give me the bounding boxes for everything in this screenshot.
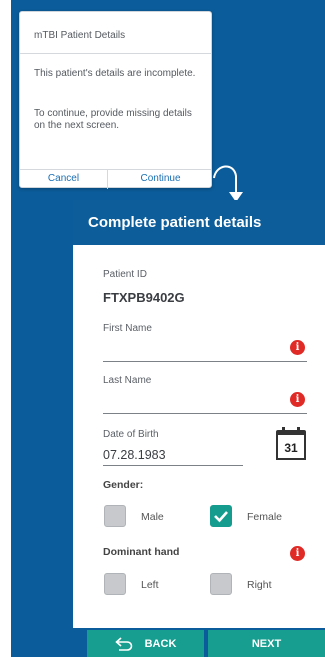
hand-right-checkbox[interactable] <box>210 573 232 595</box>
patient-id-value: FTXPB9402G <box>103 290 185 305</box>
divider <box>20 53 211 54</box>
calendar-icon[interactable]: 31 <box>276 427 306 460</box>
dialog-message-incomplete: This patient's details are incomplete. <box>34 68 196 79</box>
last-name-underline <box>103 413 307 414</box>
gender-female-label: Female <box>247 511 283 523</box>
info-icon[interactable]: i <box>290 546 305 561</box>
continue-button[interactable]: Continue <box>108 169 213 189</box>
first-name-label: First Name <box>103 323 152 334</box>
patient-form: Patient ID FTXPB9402G First Name i Last … <box>73 245 325 628</box>
cancel-button[interactable]: Cancel <box>20 169 107 189</box>
back-button-label: BACK <box>144 637 177 650</box>
back-arrow-icon <box>114 636 132 651</box>
dominant-hand-label: Dominant hand <box>103 546 180 558</box>
first-name-underline <box>103 361 307 362</box>
next-button[interactable]: NEXT <box>208 630 325 657</box>
curved-arrow-icon <box>213 165 243 202</box>
last-name-field[interactable] <box>103 395 273 411</box>
back-button[interactable]: BACK <box>87 630 204 657</box>
calendar-ring <box>282 427 285 433</box>
checkmark-icon <box>214 511 228 523</box>
dialog-title: mTBI Patient Details <box>34 30 126 41</box>
dob-underline <box>103 465 243 466</box>
gender-male-checkbox[interactable] <box>104 505 126 527</box>
hand-left-checkbox[interactable] <box>104 573 126 595</box>
gender-male-label: Male <box>141 511 164 523</box>
calendar-day: 31 <box>284 441 298 455</box>
gender-female-checkbox[interactable] <box>210 505 232 527</box>
last-name-label: Last Name <box>103 375 152 386</box>
dialog-message-instruction: To continue, provide missing details on … <box>34 108 192 131</box>
info-icon[interactable]: i <box>290 392 305 407</box>
patient-id-label: Patient ID <box>103 269 147 280</box>
info-icon[interactable]: i <box>290 340 305 355</box>
gender-label: Gender: <box>103 479 144 491</box>
next-button-label: NEXT <box>251 637 282 650</box>
first-name-field[interactable] <box>103 343 273 359</box>
dob-label: Date of Birth <box>103 429 159 440</box>
dob-field[interactable]: 07.28.1983 <box>103 448 166 462</box>
page-title: Complete patient details <box>88 214 262 231</box>
patient-details-dialog: mTBI Patient Details This patient's deta… <box>19 11 213 189</box>
panel-header: Complete patient details <box>73 200 325 245</box>
hand-left-label: Left <box>141 579 159 591</box>
calendar-ring <box>297 427 300 433</box>
hand-right-label: Right <box>247 579 272 591</box>
